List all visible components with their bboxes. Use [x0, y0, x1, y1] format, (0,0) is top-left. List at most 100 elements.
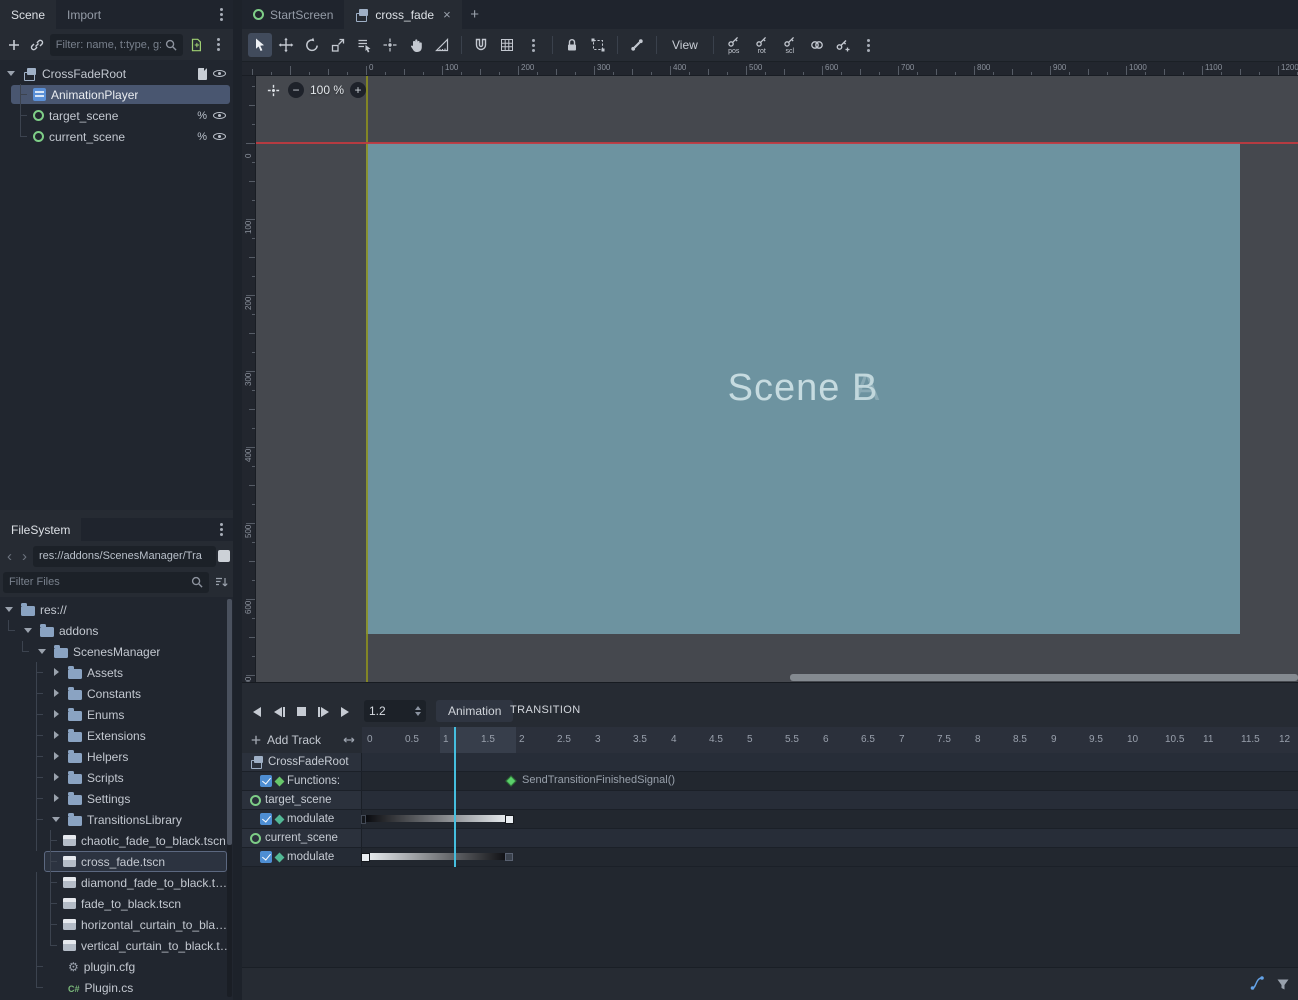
skeleton-options-button[interactable]: [625, 33, 649, 57]
keyframe-fn[interactable]: [505, 775, 516, 786]
grid-snap-toggle[interactable]: [495, 33, 519, 57]
anim-track-row[interactable]: current_scene: [242, 829, 1298, 848]
track-timeline[interactable]: SendTransitionFinishedSignal(): [362, 772, 1298, 790]
fs-tree-row[interactable]: ScenesManager: [0, 641, 233, 662]
filesystem-menu-icon[interactable]: [213, 520, 229, 540]
expander-icon[interactable]: [21, 620, 35, 641]
attach-script-button[interactable]: [185, 34, 206, 56]
tab-import[interactable]: Import: [56, 0, 112, 29]
expander-icon[interactable]: [4, 63, 18, 84]
view-menu-button[interactable]: View: [664, 33, 706, 57]
center-view-icon[interactable]: [264, 81, 282, 99]
expander-icon[interactable]: [49, 767, 63, 788]
fs-tree-row[interactable]: Extensions: [0, 725, 233, 746]
fs-tree-row[interactable]: Plugin.cs: [0, 977, 233, 998]
bezier-editor-icon[interactable]: [1250, 975, 1266, 994]
eye-icon[interactable]: [212, 66, 227, 81]
instance-scene-button[interactable]: [27, 34, 48, 56]
history-back-button[interactable]: [3, 546, 16, 566]
script-icon[interactable]: [198, 68, 207, 80]
fs-tree-row[interactable]: chaotic_fade_to_black.tscn: [0, 830, 233, 851]
animation-menu-button[interactable]: Animation: [436, 700, 513, 722]
fs-tree-row[interactable]: Scripts: [0, 767, 233, 788]
playhead[interactable]: [454, 727, 456, 867]
keyframe-white[interactable]: [361, 853, 370, 862]
scrollbar-thumb[interactable]: [790, 674, 1298, 681]
expander-icon[interactable]: [49, 662, 63, 683]
timeline-ruler[interactable]: 00.511.522.533.544.555.566.577.588.599.5…: [362, 727, 1298, 753]
toggle-split-mode-button[interactable]: [218, 550, 230, 562]
track-enabled-checkbox[interactable]: [260, 813, 272, 825]
tab-cross-fade[interactable]: cross_fade: [344, 0, 461, 29]
pan-timeline-icon[interactable]: [342, 734, 356, 748]
fs-tree-row[interactable]: Enums: [0, 704, 233, 725]
expander-icon[interactable]: [49, 788, 63, 809]
scene-tree-menu-icon[interactable]: [208, 34, 229, 56]
fs-tree-row[interactable]: Helpers: [0, 746, 233, 767]
snap-options-menu-icon[interactable]: [521, 33, 545, 57]
move-tool-button[interactable]: [274, 33, 298, 57]
fs-tree-row[interactable]: cross_fade.tscn: [0, 851, 233, 872]
scene-tree-row[interactable]: current_scene: [0, 126, 233, 147]
fs-tree-row[interactable]: horizontal_curtain_to_black....: [0, 914, 233, 935]
scene-tree-row[interactable]: AnimationPlayer: [0, 84, 233, 105]
track-enabled-checkbox[interactable]: [260, 851, 272, 863]
keyframe-startdark[interactable]: [361, 815, 366, 824]
rotate-tool-button[interactable]: [300, 33, 324, 57]
expander-icon[interactable]: [49, 746, 63, 767]
onion-skinning-toggle[interactable]: [805, 33, 829, 57]
spinner-arrows-icon[interactable]: [415, 706, 421, 716]
insert-key-button[interactable]: [831, 33, 855, 57]
fs-tree-row[interactable]: plugin.cfg: [0, 956, 233, 977]
zoom-out-button[interactable]: [288, 82, 304, 98]
play-backwards-from-end-button[interactable]: [268, 701, 290, 723]
percent-icon[interactable]: [197, 131, 207, 143]
add-node-button[interactable]: [4, 34, 25, 56]
tab-scene[interactable]: Scene: [0, 0, 56, 29]
select-tool-button[interactable]: [248, 33, 272, 57]
list-select-tool-button[interactable]: [352, 33, 376, 57]
eye-icon[interactable]: [212, 108, 227, 123]
track-timeline[interactable]: [362, 848, 1298, 866]
play-from-start-button[interactable]: [312, 701, 334, 723]
anim-track-row[interactable]: modulate: [242, 810, 1298, 829]
fs-tree-row[interactable]: TransitionsLibrary: [0, 809, 233, 830]
dock-splitter[interactable]: [233, 0, 242, 1000]
tab-filesystem[interactable]: FileSystem: [0, 518, 81, 541]
anim-track-row[interactable]: Functions:SendTransitionFinishedSignal(): [242, 772, 1298, 791]
stop-button[interactable]: [290, 701, 312, 723]
expander-icon[interactable]: [2, 599, 16, 620]
scene-tree-row[interactable]: CrossFadeRoot: [0, 63, 233, 84]
fs-tree-row[interactable]: Constants: [0, 683, 233, 704]
fs-tree-row[interactable]: Assets: [0, 662, 233, 683]
tab-startscreen[interactable]: StartScreen: [242, 0, 344, 29]
percent-icon[interactable]: [197, 110, 207, 122]
close-tab-icon[interactable]: [443, 7, 451, 22]
filesystem-scrollbar[interactable]: [227, 599, 232, 997]
horizontal-scrollbar[interactable]: [256, 673, 1298, 682]
scene-tree-row[interactable]: target_scene: [0, 105, 233, 126]
track-timeline[interactable]: [362, 810, 1298, 828]
current-time-spinbox[interactable]: 1.2: [364, 700, 426, 722]
scene-filter-input[interactable]: Filter: name, t:type, g:: [50, 34, 183, 56]
group-object-button[interactable]: [586, 33, 610, 57]
scrollbar-thumb[interactable]: [227, 599, 232, 845]
fs-tree-row[interactable]: diamond_fade_to_black.tscn: [0, 872, 233, 893]
anim-track-row[interactable]: target_scene: [242, 791, 1298, 810]
fs-tree-row[interactable]: vertical_curtain_to_black.tscn: [0, 935, 233, 956]
keyframe-white[interactable]: [505, 815, 514, 824]
track-timeline[interactable]: [362, 829, 1298, 847]
expander-icon[interactable]: [49, 704, 63, 725]
expander-icon[interactable]: [49, 683, 63, 704]
zoom-level[interactable]: 100 %: [310, 83, 344, 97]
key-rot-toggle[interactable]: rot: [749, 31, 775, 59]
filter-tracks-icon[interactable]: [1276, 978, 1290, 994]
animation-toolbar-menu-icon[interactable]: [857, 33, 881, 57]
zoom-in-button[interactable]: [350, 82, 366, 98]
play-button[interactable]: [334, 701, 356, 723]
play-backwards-button[interactable]: [246, 701, 268, 723]
track-timeline[interactable]: [362, 753, 1298, 771]
fs-tree-row[interactable]: Settings: [0, 788, 233, 809]
expander-icon[interactable]: [49, 725, 63, 746]
fs-tree-row[interactable]: res://: [0, 599, 233, 620]
